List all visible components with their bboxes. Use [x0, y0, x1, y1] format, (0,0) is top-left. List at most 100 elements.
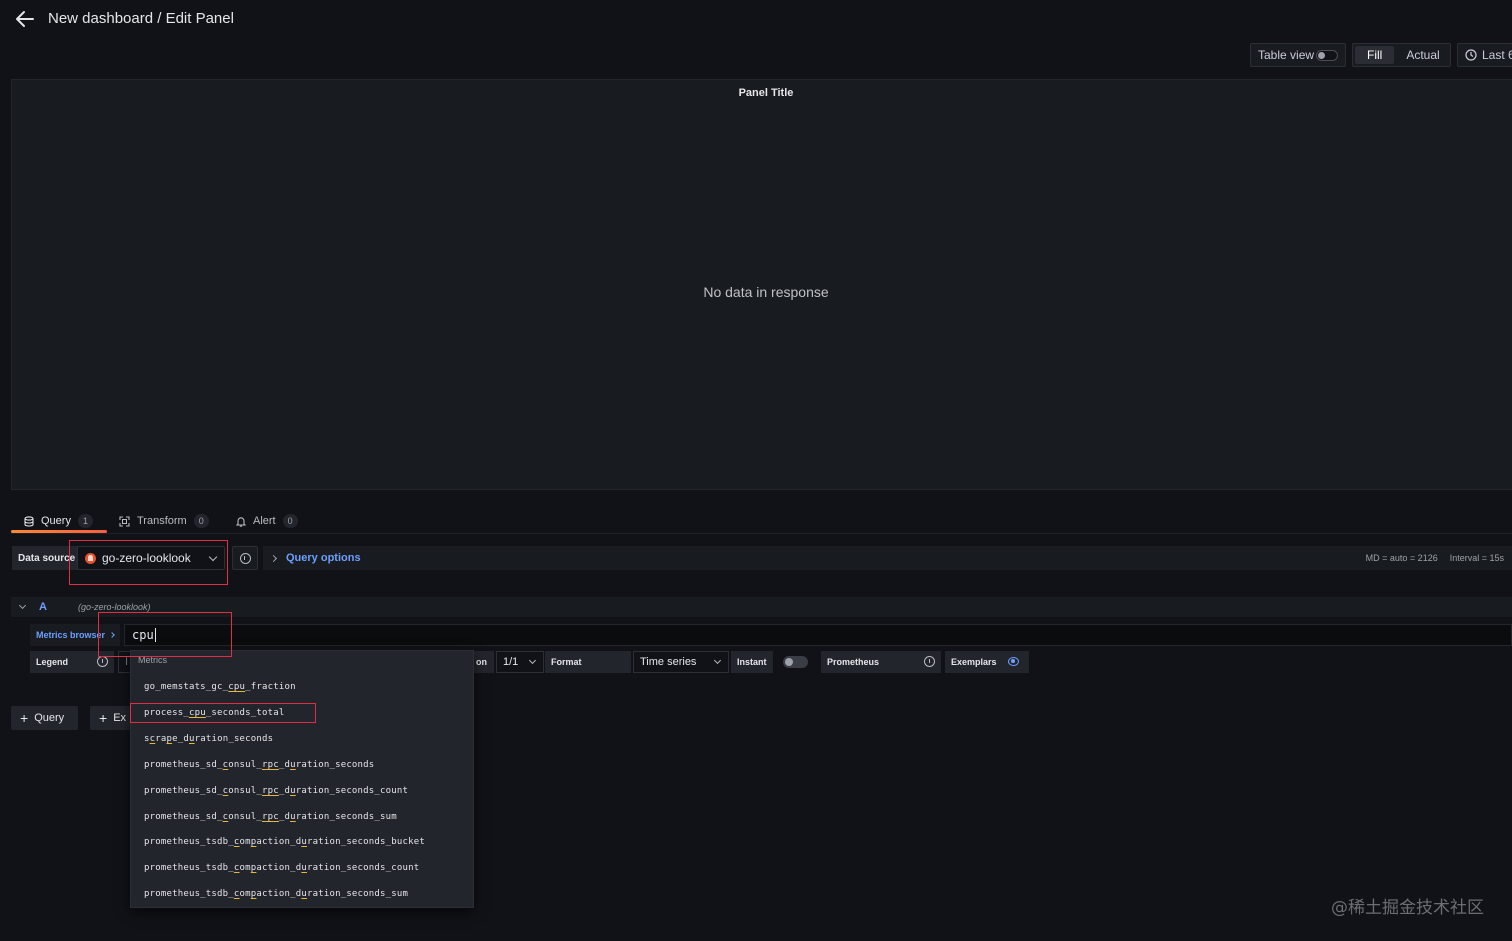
legend-label: Legend — [30, 651, 114, 673]
instant-switch[interactable] — [783, 656, 808, 668]
tab-alert-label: Alert — [253, 515, 276, 527]
query-input-value: cpu — [132, 628, 154, 642]
metric-text: prometheus_tsdb_ — [144, 837, 234, 848]
info-icon[interactable] — [97, 656, 108, 667]
tab-query-label: Query — [41, 515, 71, 527]
metric-text: _d — [278, 759, 291, 770]
resolution-value: 1/1 — [503, 656, 519, 668]
info-icon[interactable] — [924, 656, 935, 667]
metric-text: process_ — [144, 707, 189, 718]
chevron-right-icon — [109, 632, 115, 638]
metric-suggestion-item[interactable]: s c ra p e_d u ration_seconds — [131, 726, 473, 752]
metric-text: _seconds_total — [205, 707, 285, 718]
resolution-label: on — [474, 651, 494, 673]
legend-label-text: Legend — [36, 657, 69, 667]
format-select[interactable]: Time series — [633, 651, 729, 673]
metric-text: onsul_ — [228, 785, 263, 796]
eye-icon[interactable] — [1008, 657, 1019, 666]
metric-text: om — [239, 837, 251, 848]
metric-suggestion-item[interactable]: prometheus_sd_ c onsul_ rpc _d u ration_second… — [131, 778, 473, 804]
metric-suggestion-item[interactable]: process_ cpu _seconds_total — [131, 700, 473, 726]
metric-text: onsul_ — [228, 759, 263, 770]
tab-query-count: 1 — [77, 514, 93, 528]
add-query-button[interactable]: + Query — [11, 706, 78, 730]
plus-icon: + — [99, 710, 108, 726]
match-highlight: rpc — [262, 811, 279, 822]
data-source-select[interactable]: go-zero-looklook — [77, 546, 225, 570]
legend-input-partial: I — [125, 656, 129, 668]
data-source-help-button[interactable] — [232, 546, 258, 570]
metric-text: ration_seconds_count — [306, 863, 420, 874]
query-options-meta: MD = auto = 2126 Interval = 15s — [1366, 553, 1504, 563]
metric-text: ra — [155, 733, 167, 744]
metric-suggestion-item[interactable]: prometheus_tsdb_ c om p action_d u ration_seco… — [131, 855, 473, 881]
time-range-label: Last 6 — [1482, 48, 1512, 62]
metric-text: om — [239, 863, 251, 874]
metric-suggestion-item[interactable]: prometheus_sd_ c onsul_ rpc _d u ration_second… — [131, 752, 473, 778]
metric-text: prometheus_tsdb_ — [144, 889, 234, 900]
match-highlight: rpc — [262, 785, 279, 796]
metric-text: om — [239, 889, 251, 900]
fill-button[interactable]: Fill — [1355, 46, 1395, 64]
chevron-down-icon — [208, 552, 218, 562]
tab-transform[interactable]: Transform 0 — [119, 511, 209, 531]
tabs-divider — [11, 533, 1512, 534]
metric-suggestion-item[interactable]: prometheus_tsdb_ c om p action_d u ration_seco… — [131, 881, 473, 907]
tab-alert[interactable]: Alert 0 — [236, 511, 298, 531]
exemplars-label-text: Exemplars — [951, 657, 997, 667]
tab-transform-count: 0 — [193, 514, 209, 528]
metric-text: go_memstats_gc_ — [144, 682, 229, 692]
add-expression-label: Ex — [113, 712, 127, 724]
tab-query[interactable]: Query 1 — [24, 511, 93, 531]
metric-text: ration_seconds_count — [295, 785, 409, 796]
match-highlight: rpc — [262, 759, 279, 770]
query-datasource-hint: (go-zero-looklook) — [78, 602, 151, 612]
clock-icon — [1465, 49, 1477, 61]
resolution-label-partial: on — [476, 657, 487, 667]
metrics-autocomplete-dropdown: Metrics go_memstats_gc_ cpu _fraction proce… — [130, 650, 474, 908]
text-caret — [154, 628, 156, 642]
metric-text: _fraction — [245, 682, 296, 692]
instant-label: Instant — [731, 651, 773, 673]
bell-icon — [236, 516, 246, 527]
actual-button[interactable]: Actual — [1394, 46, 1451, 64]
metric-suggestion-item[interactable]: prometheus_tsdb_ c om p action_d u ration_seco… — [131, 829, 473, 855]
metric-text: ration_seconds_sum — [306, 889, 409, 900]
table-view-switch[interactable] — [1316, 50, 1338, 61]
chevron-down-icon — [528, 656, 537, 665]
info-icon — [239, 552, 251, 564]
tab-transform-label: Transform — [137, 515, 187, 527]
promql-query-input[interactable]: cpu — [124, 624, 1512, 646]
panel-title[interactable]: Panel Title — [12, 87, 1512, 99]
metrics-browser-button[interactable]: Metrics browser — [30, 624, 121, 646]
resolution-select[interactable]: 1/1 — [496, 651, 544, 673]
type-label-text: Prometheus — [827, 657, 880, 667]
chevron-down-icon — [713, 656, 722, 665]
dropdown-header: Metrics — [138, 655, 167, 665]
query-letter[interactable]: A — [39, 601, 47, 613]
data-source-value: go-zero-looklook — [102, 551, 191, 565]
plus-icon: + — [20, 710, 29, 726]
metric-text: onsul_ — [228, 811, 263, 822]
metric-text: prometheus_sd_ — [144, 811, 223, 822]
metric-text: ration_seconds_sum — [295, 811, 397, 822]
data-source-label: Data source — [12, 546, 82, 570]
chevron-right-icon — [269, 554, 278, 562]
time-range-picker[interactable]: Last 6 — [1457, 43, 1512, 67]
add-expression-button[interactable]: + Ex — [90, 706, 132, 730]
metric-suggestion-item[interactable]: go_memstats_gc_ cpu _fraction — [131, 674, 473, 700]
match-highlight: cpu — [188, 707, 206, 718]
panel-preview: Panel Title No data in response — [11, 79, 1512, 490]
metric-suggestion-item[interactable]: prometheus_sd_ c onsul_ rpc _d u ration_second… — [131, 804, 473, 830]
back-arrow-icon[interactable] — [14, 9, 36, 29]
query-options-label: Query options — [286, 552, 361, 564]
metric-text: action_d — [256, 837, 302, 848]
metric-text: action_d — [256, 863, 302, 874]
table-view-toggle[interactable]: Table view — [1250, 43, 1346, 67]
query-row-header[interactable] — [11, 597, 1512, 617]
query-options-bar[interactable]: Query options MD = auto = 2126 Interval … — [263, 546, 1512, 570]
metric-text: _d — [278, 785, 291, 796]
metric-text: _d — [278, 811, 291, 822]
prometheus-logo-icon — [85, 552, 96, 564]
format-label: Format — [545, 651, 631, 673]
